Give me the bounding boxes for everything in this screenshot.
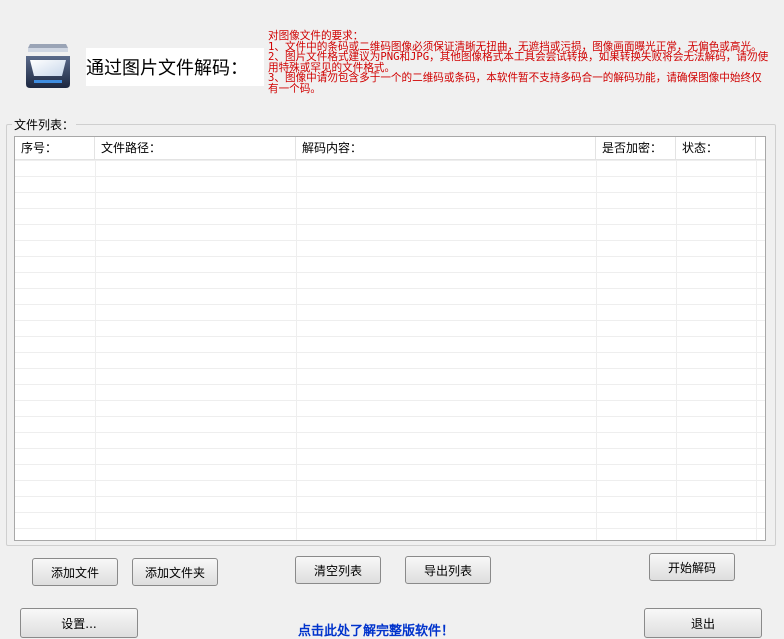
add-file-button[interactable]: 添加文件 — [32, 558, 118, 586]
requirement-3: 3、图像中请勿包含多于一个的二维码或条码，本软件暂不支持多码合一的解码功能，请确… — [268, 72, 762, 95]
column-header-encrypted[interactable]: 是否加密： — [596, 137, 676, 159]
scanner-icon — [26, 44, 70, 88]
start-decode-button[interactable]: 开始解码 — [649, 553, 735, 581]
clear-list-button[interactable]: 清空列表 — [295, 556, 381, 584]
file-list-table[interactable]: 序号： 文件路径： 解码内容： 是否加密： 状态： — [14, 136, 766, 541]
file-list-label: 文件列表： — [12, 116, 77, 133]
table-header: 序号： 文件路径： 解码内容： 是否加密： 状态： — [15, 137, 765, 160]
column-header-status[interactable]: 状态： — [676, 137, 756, 159]
table-rows — [15, 160, 765, 540]
requirement-2: 2、图片文件格式建议为PNG和JPG，其他图像格式本工具会尝试转换，如果转换失败… — [268, 51, 769, 74]
column-divider — [596, 160, 597, 540]
column-header-path[interactable]: 文件路径： — [95, 137, 296, 159]
add-folder-button[interactable]: 添加文件夹 — [132, 558, 218, 586]
column-divider — [296, 160, 297, 540]
requirements-heading: 对图像文件的要求： — [268, 30, 364, 42]
export-list-button[interactable]: 导出列表 — [405, 556, 491, 584]
column-header-content[interactable]: 解码内容： — [296, 137, 596, 159]
full-version-link[interactable]: 点击此处了解完整版软件！ — [298, 620, 454, 639]
column-header-index[interactable]: 序号： — [15, 137, 95, 159]
page-title: 通过图片文件解码： — [86, 48, 264, 86]
column-divider — [95, 160, 96, 540]
column-divider — [676, 160, 677, 540]
column-divider — [756, 160, 757, 540]
requirements-text: 对图像文件的要求： 1、文件中的条码或二维码图像必须保证清晰无扭曲，无遮挡或污损… — [268, 31, 772, 95]
